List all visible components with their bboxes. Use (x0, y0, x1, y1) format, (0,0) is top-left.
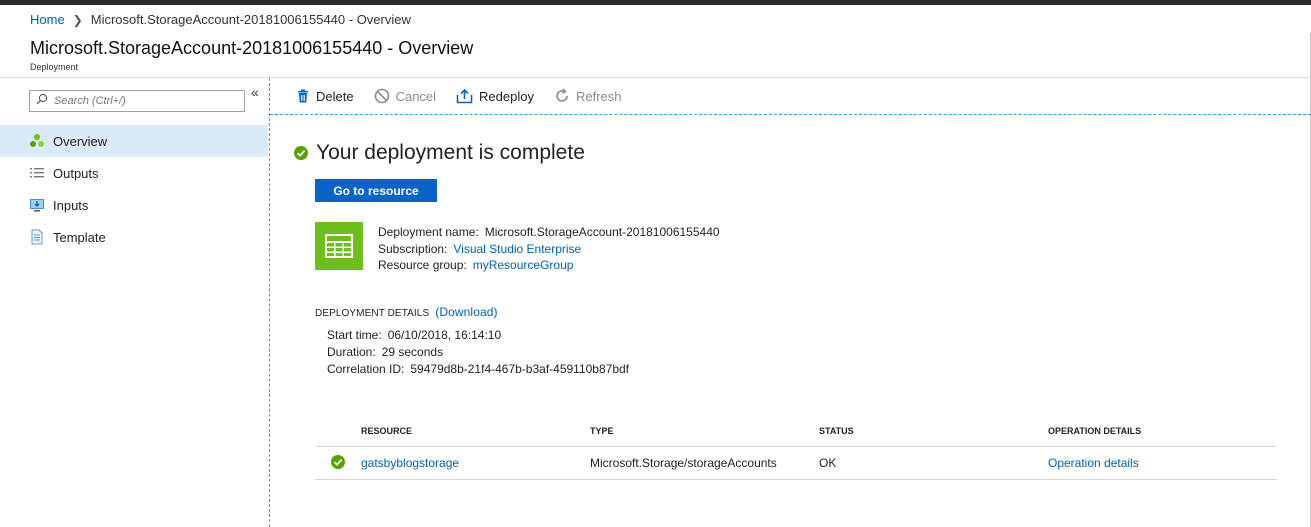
search-box[interactable] (29, 90, 245, 112)
duration-row: Duration: 29 seconds (327, 344, 629, 361)
deployment-name-row: Deployment name: Microsoft.StorageAccount… (378, 224, 720, 241)
sidebar-item-label: Template (53, 229, 106, 245)
start-time-row: Start time: 06/10/2018, 16:14:10 (327, 327, 629, 344)
operation-cell: Operation details (1048, 456, 1277, 470)
success-check-icon (294, 146, 308, 160)
sidebar-item-label: Inputs (53, 197, 89, 213)
delete-button[interactable]: Delete (296, 89, 354, 104)
deployment-name-value: Microsoft.StorageAccount-20181006155440 (484, 225, 720, 239)
resource-group-label: Resource group: (378, 258, 467, 272)
breadcrumb-current: Microsoft.StorageAccount-20181006155440 … (90, 12, 411, 27)
deployment-details: Start time: 06/10/2018, 16:14:10 Duration… (327, 327, 629, 378)
refresh-button[interactable]: Refresh (554, 88, 622, 104)
status-cell: OK (819, 456, 837, 470)
go-to-resource-button[interactable]: Go to resource (315, 179, 437, 202)
redeploy-label: Redeploy (479, 88, 534, 104)
document-icon (29, 229, 45, 245)
sidebar-nav: Overview Outputs Inputs Template (0, 125, 268, 253)
start-time-label: Start time: (327, 328, 382, 342)
status-title: Your deployment is complete (316, 141, 585, 164)
storage-account-icon (315, 222, 363, 270)
deployment-info: Deployment name: Microsoft.StorageAccount… (378, 224, 720, 274)
subscription-label: Subscription: (378, 241, 448, 256)
subscription-link[interactable]: Visual Studio Enterprise (453, 242, 581, 256)
correlation-label: Correlation ID: (327, 362, 405, 376)
collapse-sidebar-button[interactable]: « (251, 84, 259, 100)
search-icon (36, 92, 48, 110)
correlation-value: 59479d8b-21f4-467b-b3af-459110b87bdf (410, 362, 630, 376)
deployment-details-header: DEPLOYMENT DETAILS (Download) (315, 305, 498, 319)
list-icon (29, 165, 45, 181)
delete-label: Delete (316, 88, 354, 104)
cancel-icon (374, 88, 390, 104)
trash-icon (296, 89, 310, 103)
main-content: Your deployment is complete Go to resour… (270, 115, 1310, 527)
resource-link[interactable]: gatsbyblogstorage (361, 456, 459, 470)
type-cell: Microsoft.Storage/storageAccounts (590, 456, 777, 470)
sidebar-item-outputs[interactable]: Outputs (0, 157, 268, 189)
breadcrumb-home-link[interactable]: Home (30, 12, 65, 27)
sidebar-item-inputs[interactable]: Inputs (0, 189, 268, 221)
monitor-icon (29, 197, 45, 213)
column-header-operation-details: OPERATION DETAILS (1048, 425, 1142, 436)
resources-table: RESOURCE TYPE STATUS OPERATION DETAILS g… (315, 415, 1277, 480)
row-status-cell (315, 454, 361, 472)
top-bar (0, 0, 1311, 5)
column-header-type: TYPE (590, 425, 614, 436)
refresh-label: Refresh (575, 88, 622, 104)
overview-icon (29, 133, 45, 149)
cancel-label: Cancel (395, 88, 437, 104)
correlation-row: Correlation ID: 59479d8b-21f4-467b-b3af-4… (327, 361, 629, 378)
sidebar-item-label: Overview (53, 133, 108, 149)
cancel-button[interactable]: Cancel (374, 88, 436, 104)
success-check-icon (331, 454, 345, 472)
page-subtitle: Deployment (30, 62, 79, 72)
resource-cell: gatsbyblogstorage (361, 456, 590, 470)
start-time-value: 06/10/2018, 16:14:10 (387, 328, 502, 342)
upload-icon (456, 88, 473, 104)
refresh-icon (554, 88, 570, 104)
sidebar-item-label: Outputs (53, 165, 99, 181)
duration-value: 29 seconds (381, 345, 444, 359)
details-header-text: DEPLOYMENT DETAILS (315, 308, 430, 319)
deployment-name-label: Deployment name: (378, 225, 479, 239)
operation-details-link[interactable]: Operation details (1048, 456, 1139, 470)
page-title: Microsoft.StorageAccount-20181006155440 … (30, 38, 474, 58)
redeploy-button[interactable]: Redeploy (456, 88, 534, 104)
deployment-status: Your deployment is complete (294, 141, 585, 165)
sidebar: « Overview Outputs Inputs Template (0, 78, 270, 527)
duration-label: Duration: (327, 345, 376, 359)
resource-group-row: Resource group: myResourceGroup (378, 257, 720, 274)
breadcrumb: Home ❯ Microsoft.StorageAccount-20181006… (30, 12, 411, 27)
resource-group-link[interactable]: myResourceGroup (473, 258, 574, 272)
subscription-row: Subscription: Visual Studio Enterprise (378, 241, 720, 258)
download-link[interactable]: (Download) (435, 305, 497, 319)
table-row: gatsbyblogstorage Microsoft.Storage/stor… (315, 447, 1277, 480)
column-header-status: STATUS (819, 425, 854, 436)
command-bar: Delete Cancel Redeploy Refresh (270, 78, 1310, 114)
table-header: RESOURCE TYPE STATUS OPERATION DETAILS (315, 415, 1277, 447)
search-input[interactable] (54, 95, 234, 107)
column-header-resource: RESOURCE (361, 425, 413, 436)
sidebar-item-template[interactable]: Template (0, 221, 268, 253)
chevron-right-icon: ❯ (72, 12, 83, 27)
sidebar-item-overview[interactable]: Overview (0, 125, 268, 157)
